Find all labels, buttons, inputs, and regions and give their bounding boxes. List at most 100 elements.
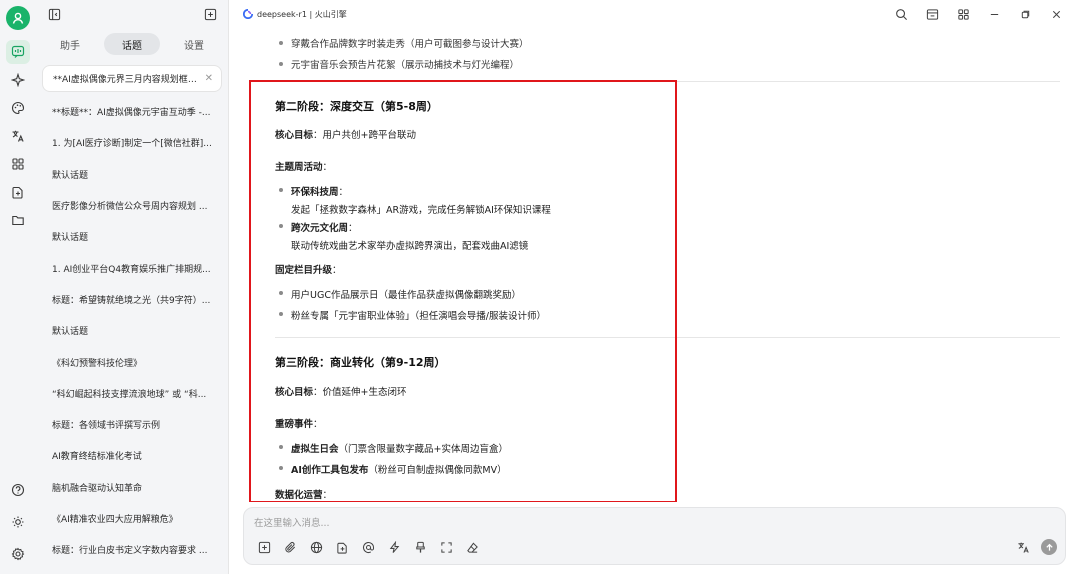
topic-label: AI教育终结标准化考试: [52, 452, 142, 463]
layout-button[interactable]: [917, 0, 948, 28]
apps-nav-button[interactable]: [6, 152, 30, 176]
phase2-fixed-label: 固定栏目升级：: [275, 262, 342, 276]
topic-item[interactable]: **标题**：AI虚拟偶像元宇宙互动季 -...: [36, 96, 228, 127]
topic-item[interactable]: 1. 为[AI医疗诊断]制定一个[微信社群]...: [36, 127, 228, 158]
sidebar-collapse-icon: [48, 8, 60, 20]
translate-icon: [12, 130, 24, 142]
folder-nav-button[interactable]: [6, 208, 30, 232]
topic-label: 默认话题: [52, 233, 89, 244]
globe-icon: [310, 541, 322, 553]
new-chat-icon: [204, 8, 216, 20]
help-button[interactable]: [6, 476, 30, 504]
tab-settings[interactable]: 设置: [166, 33, 222, 55]
web-search-button[interactable]: [306, 537, 326, 557]
list-item: 虚拟生日会（门票含限量数字藏品+实体周边盲盒）: [279, 441, 508, 455]
minimize-button[interactable]: [979, 0, 1010, 28]
send-button[interactable]: [1041, 539, 1057, 555]
topic-item[interactable]: 《科幻预警科技伦理》: [36, 346, 228, 377]
close-icon[interactable]: ✕: [205, 73, 213, 84]
list-item: 用户UGC作品展示日（最佳作品获虚拟偶像翻跳奖励）: [279, 287, 521, 301]
item-desc: （粉丝可自制虚拟偶像同款MV）: [368, 465, 507, 476]
attach-button[interactable]: [280, 537, 300, 557]
topic-label: 《AI精准农业四大应用解粮危》: [52, 515, 178, 525]
clear-button[interactable]: [410, 537, 430, 557]
topic-item[interactable]: 标题：希望铸就绝境之光（共9字符）...: [36, 284, 228, 315]
quick-phrase-button[interactable]: [384, 537, 404, 557]
message-input[interactable]: [254, 516, 754, 530]
topic-label: 标题：行业白皮书定义字数内容要求 ...: [52, 546, 208, 557]
new-topic-button[interactable]: [198, 2, 222, 26]
phase3-major-label: 重磅事件：: [275, 416, 323, 430]
fixed-colon: ：: [332, 265, 342, 276]
data-colon: ：: [322, 490, 333, 501]
collapse-sidebar-button[interactable]: [42, 2, 66, 26]
eraser-icon: [466, 542, 478, 553]
search-button[interactable]: [886, 0, 917, 28]
help-icon: [11, 483, 25, 497]
topic-item[interactable]: 默认话题: [36, 221, 228, 252]
section-divider: [275, 337, 1060, 338]
translate-nav-button[interactable]: [6, 124, 30, 148]
topic-item[interactable]: 默认话题: [36, 315, 228, 346]
mention-button[interactable]: [358, 537, 378, 557]
topic-item[interactable]: AI教育终结标准化考试: [36, 440, 228, 471]
brush-icon: [415, 541, 425, 553]
core-goal-label: 核心目标: [275, 130, 314, 141]
translate-input-button[interactable]: [1013, 537, 1033, 557]
topic-label: 默认话题: [52, 170, 89, 181]
restore-button[interactable]: [1010, 0, 1041, 28]
deepseek-logo-icon: [243, 9, 253, 19]
apps-grid-icon: [958, 8, 969, 20]
topic-label: 1. AI创业平台Q4教育娱乐推广排期规...: [52, 264, 211, 275]
phase3-data-label: 数据化运营：: [275, 487, 332, 501]
list-item-text: 粉丝专属「元宇宙职业体验」（担任演唱会导播/服装设计师）: [291, 311, 546, 322]
arrow-up-icon: [1045, 543, 1053, 551]
sidebar-tabs: 助手 话题 设置: [36, 33, 228, 55]
bullet-dot: [279, 188, 283, 192]
topic-item[interactable]: 医疗影像分析微信公众号周内容规划 ...: [36, 190, 228, 221]
topic-item[interactable]: 脑机融合驱动认知革命: [36, 472, 228, 503]
topic-item[interactable]: 1. AI创业平台Q4教育娱乐推广排期规...: [36, 252, 228, 283]
paperclip-icon: [284, 541, 295, 552]
theme-colon: ：: [322, 162, 333, 173]
file-icon: [336, 542, 347, 554]
chat-nav-button[interactable]: [6, 40, 30, 64]
topic-label: 《科幻预警科技伦理》: [52, 358, 143, 369]
theme-button[interactable]: [6, 508, 30, 536]
topic-item[interactable]: “科幻崛起科技支撑流浪地球” 或 “科...: [36, 378, 228, 409]
previous-list: 穿戴合作品牌数字时装走秀（用户可截图参与设计大赛） 元宇宙音乐会预告片花絮（展示…: [279, 32, 529, 74]
sparkle-nav-button[interactable]: [6, 68, 30, 92]
new-topic-tool-button[interactable]: [254, 537, 274, 557]
close-window-button[interactable]: [1041, 0, 1072, 28]
tab-assistant[interactable]: 助手: [42, 33, 98, 55]
knowledge-button[interactable]: [332, 537, 352, 557]
topic-item[interactable]: 默认话题: [36, 159, 228, 190]
list-item: AI创作工具包发布（粉丝可自制虚拟偶像同款MV）: [279, 462, 507, 476]
list-item: 环保科技周： 发起「拯救数字森林」AR游戏，完成任务解锁AI环保知识课程: [279, 184, 551, 216]
list-item-text: 穿戴合作品牌数字时装走秀（用户可截图参与设计大赛）: [291, 38, 529, 50]
list-item: 跨次元文化周： 联动传统戏曲艺术家举办虚拟跨界演出，配套戏曲AI滤镜: [279, 220, 528, 252]
file-icon: [12, 186, 23, 199]
eraser-button[interactable]: [462, 537, 482, 557]
apps-button[interactable]: [948, 0, 979, 28]
palette-nav-button[interactable]: [6, 96, 30, 120]
app-title-text: deepseek-r1 | 火山引擎: [257, 9, 347, 19]
topic-item[interactable]: 标题：各领域书评撰写示例: [36, 409, 228, 440]
user-avatar[interactable]: [6, 6, 30, 30]
chat-icon: [11, 45, 25, 58]
gear-icon: [11, 547, 25, 561]
tab-topics[interactable]: 话题: [104, 33, 160, 55]
item-colon: ：: [338, 187, 349, 198]
expand-icon: [440, 541, 452, 553]
files-nav-button[interactable]: [6, 180, 30, 204]
message-input-box: [243, 507, 1066, 565]
topic-item[interactable]: **AI虚拟偶像元界三月内容规划框架*... ✕: [42, 65, 222, 92]
topic-item[interactable]: 《AI精准农业四大应用解粮危》: [36, 503, 228, 534]
list-item: 元宇宙音乐会预告片花絮（展示动捕技术与灯光编程）: [279, 53, 529, 74]
bullet-dot: [279, 61, 283, 66]
settings-button[interactable]: [6, 540, 30, 568]
topic-label: **标题**：AI虚拟偶像元宇宙互动季 -...: [52, 108, 211, 119]
fullscreen-button[interactable]: [436, 537, 456, 557]
topic-item[interactable]: 标题：行业白皮书定义字数内容要求 ...: [36, 534, 228, 565]
topic-label: “科幻崛起科技支撑流浪地球” 或 “科...: [52, 389, 207, 400]
